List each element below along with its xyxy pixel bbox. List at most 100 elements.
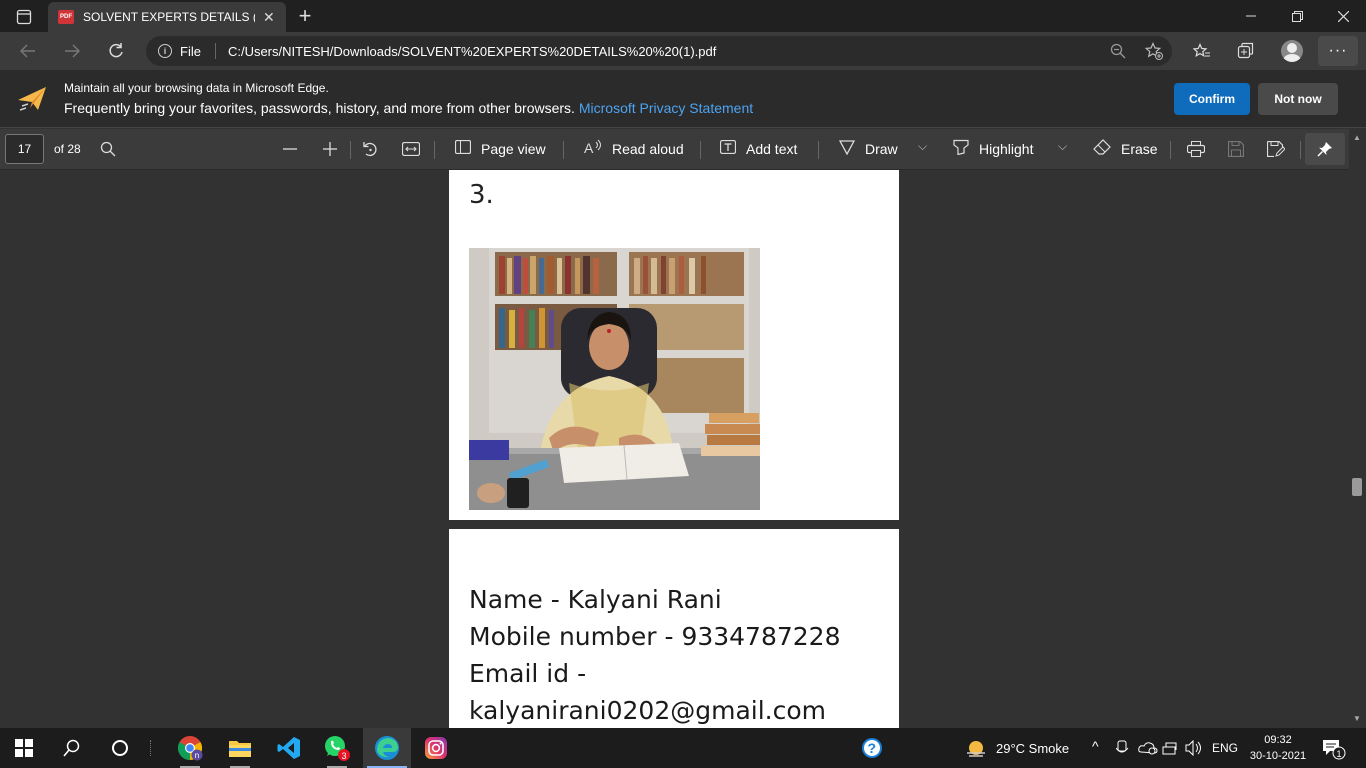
draw-button[interactable]: Draw [838, 137, 898, 161]
site-info-icon[interactable]: i [158, 44, 172, 58]
show-hidden-icons-chevron-icon[interactable]: ^ [1092, 738, 1099, 754]
erase-label: Erase [1121, 141, 1158, 157]
add-text-icon [719, 139, 737, 159]
read-aloud-label: Read aloud [612, 141, 684, 157]
close-tab-icon[interactable]: ✕ [263, 9, 275, 26]
input-language[interactable]: ENG [1212, 741, 1238, 755]
toolbar-divider [1300, 141, 1301, 159]
refresh-icon[interactable] [102, 37, 130, 65]
browser-tab[interactable]: PDF SOLVENT EXPERTS DETAILS (1).pdf ✕ [48, 2, 286, 32]
privacy-statement-link[interactable]: Microsoft Privacy Statement [579, 100, 753, 116]
confirm-button[interactable]: Confirm [1174, 83, 1250, 115]
restore-button[interactable] [1274, 0, 1320, 32]
highlight-button[interactable]: Highlight [953, 137, 1033, 161]
read-aloud-icon: A [584, 139, 602, 160]
weather-text[interactable]: 29°C Smoke [996, 741, 1069, 756]
onedrive-sync-icon[interactable] [1138, 740, 1158, 761]
import-data-infobar: Maintain all your browsing data in Micro… [0, 70, 1366, 128]
highlight-options-chevron-icon[interactable]: ⌵ [1058, 139, 1067, 154]
tab-title: SOLVENT EXPERTS DETAILS (1).pdf [83, 10, 255, 24]
vertical-scrollbar[interactable]: ▲ ▼ [1349, 129, 1366, 728]
toolbar-divider [563, 141, 564, 159]
zoom-out-icon[interactable] [282, 137, 298, 161]
read-aloud-button[interactable]: A Read aloud [584, 137, 684, 161]
favorites-icon[interactable] [1188, 37, 1216, 65]
settings-more-button[interactable]: ··· [1318, 36, 1358, 66]
whatsapp-icon: 3 [325, 736, 350, 761]
file-explorer-app[interactable] [216, 728, 264, 768]
chrome-app[interactable]: n [166, 728, 214, 768]
mobile-line: Mobile number - 9334787228 [469, 622, 841, 651]
edge-app[interactable] [363, 728, 411, 768]
action-center-button[interactable]: 1 [1322, 738, 1346, 760]
chrome-profile-badge: n [195, 751, 199, 760]
add-text-button[interactable]: Add text [719, 137, 797, 161]
page-view-icon [454, 139, 472, 159]
scrollbar-thumb[interactable] [1352, 478, 1362, 496]
print-icon[interactable] [1187, 137, 1205, 161]
highlight-label: Highlight [979, 141, 1034, 157]
fit-to-page-icon[interactable] [402, 137, 420, 161]
email-value: kalyanirani0202@gmail.com [469, 696, 826, 725]
infobar-message: Frequently bring your favorites, passwor… [64, 100, 753, 116]
page-number-input[interactable]: 17 [5, 134, 44, 164]
svg-text:A: A [584, 140, 594, 155]
meet-now-icon[interactable] [1115, 740, 1130, 761]
toolbar-divider [350, 141, 351, 159]
page-view-button[interactable]: Page view [454, 137, 546, 161]
folder-icon [229, 741, 251, 757]
close-window-button[interactable] [1320, 0, 1366, 32]
cortana-icon [112, 740, 128, 756]
rotate-icon[interactable] [362, 137, 378, 161]
toolbar-divider [818, 141, 819, 159]
system-clock[interactable]: 09:32 30-10-2021 [1246, 732, 1310, 764]
email-label: Email id - [469, 659, 587, 688]
tab-actions-icon[interactable] [8, 6, 40, 28]
new-tab-button[interactable]: + [292, 3, 318, 28]
address-bar[interactable]: i File C:/Users/NITESH/Downloads/SOLVENT… [146, 36, 1172, 66]
draw-options-chevron-icon[interactable]: ⌵ [918, 139, 927, 154]
vscode-app[interactable] [265, 728, 313, 768]
chrome-icon: n [177, 736, 203, 761]
address-divider [214, 43, 216, 59]
pdf-viewer[interactable]: 3. Name - Kalyani Rani Mobile number - 9… [0, 170, 1366, 728]
item-number: 3. [469, 180, 494, 210]
scroll-down-icon[interactable]: ▼ [1353, 714, 1361, 723]
add-favorite-icon[interactable] [1140, 36, 1168, 66]
save-as-icon[interactable] [1267, 137, 1285, 161]
profile-avatar[interactable] [1281, 40, 1303, 62]
instagram-app[interactable] [412, 728, 460, 768]
pdf-page: 3. [449, 170, 899, 520]
zoom-search-icon[interactable] [1104, 36, 1132, 66]
zoom-in-icon[interactable] [322, 137, 338, 161]
minimize-button[interactable] [1228, 0, 1274, 32]
infobar-message-text: Frequently bring your favorites, passwor… [64, 100, 575, 116]
network-icon[interactable] [1162, 740, 1180, 761]
not-now-button[interactable]: Not now [1258, 83, 1338, 115]
cortana-button[interactable] [96, 728, 144, 768]
search-button[interactable] [48, 728, 96, 768]
forward-arrow-icon[interactable] [58, 37, 86, 65]
erase-button[interactable]: Erase [1093, 137, 1158, 161]
weather-icon[interactable] [964, 737, 988, 764]
notification-icon: 1 [1323, 740, 1346, 760]
collections-icon[interactable] [1232, 37, 1260, 65]
infobar-heading: Maintain all your browsing data in Micro… [64, 81, 329, 95]
name-line: Name - Kalyani Rani [469, 585, 722, 614]
windows-taskbar: n 3 ? 29°C Smoke ^ ENG 09:32 30-10-2021 … [0, 728, 1366, 768]
find-search-icon[interactable] [100, 137, 116, 161]
start-button[interactable] [0, 728, 48, 768]
volume-icon[interactable] [1185, 739, 1203, 761]
back-arrow-icon[interactable] [14, 37, 42, 65]
vscode-icon [277, 737, 300, 759]
help-app[interactable]: ? [848, 728, 896, 768]
pin-toolbar-button[interactable] [1305, 133, 1345, 165]
clock-date: 30-10-2021 [1249, 750, 1307, 762]
search-icon [63, 739, 80, 757]
scroll-up-icon[interactable]: ▲ [1353, 133, 1361, 142]
save-icon[interactable] [1228, 137, 1244, 161]
pdf-file-icon: PDF [58, 10, 74, 24]
whatsapp-app[interactable]: 3 [313, 728, 361, 768]
address-url[interactable]: C:/Users/NITESH/Downloads/SOLVENT%20EXPE… [228, 44, 716, 59]
pin-icon [1317, 142, 1332, 157]
